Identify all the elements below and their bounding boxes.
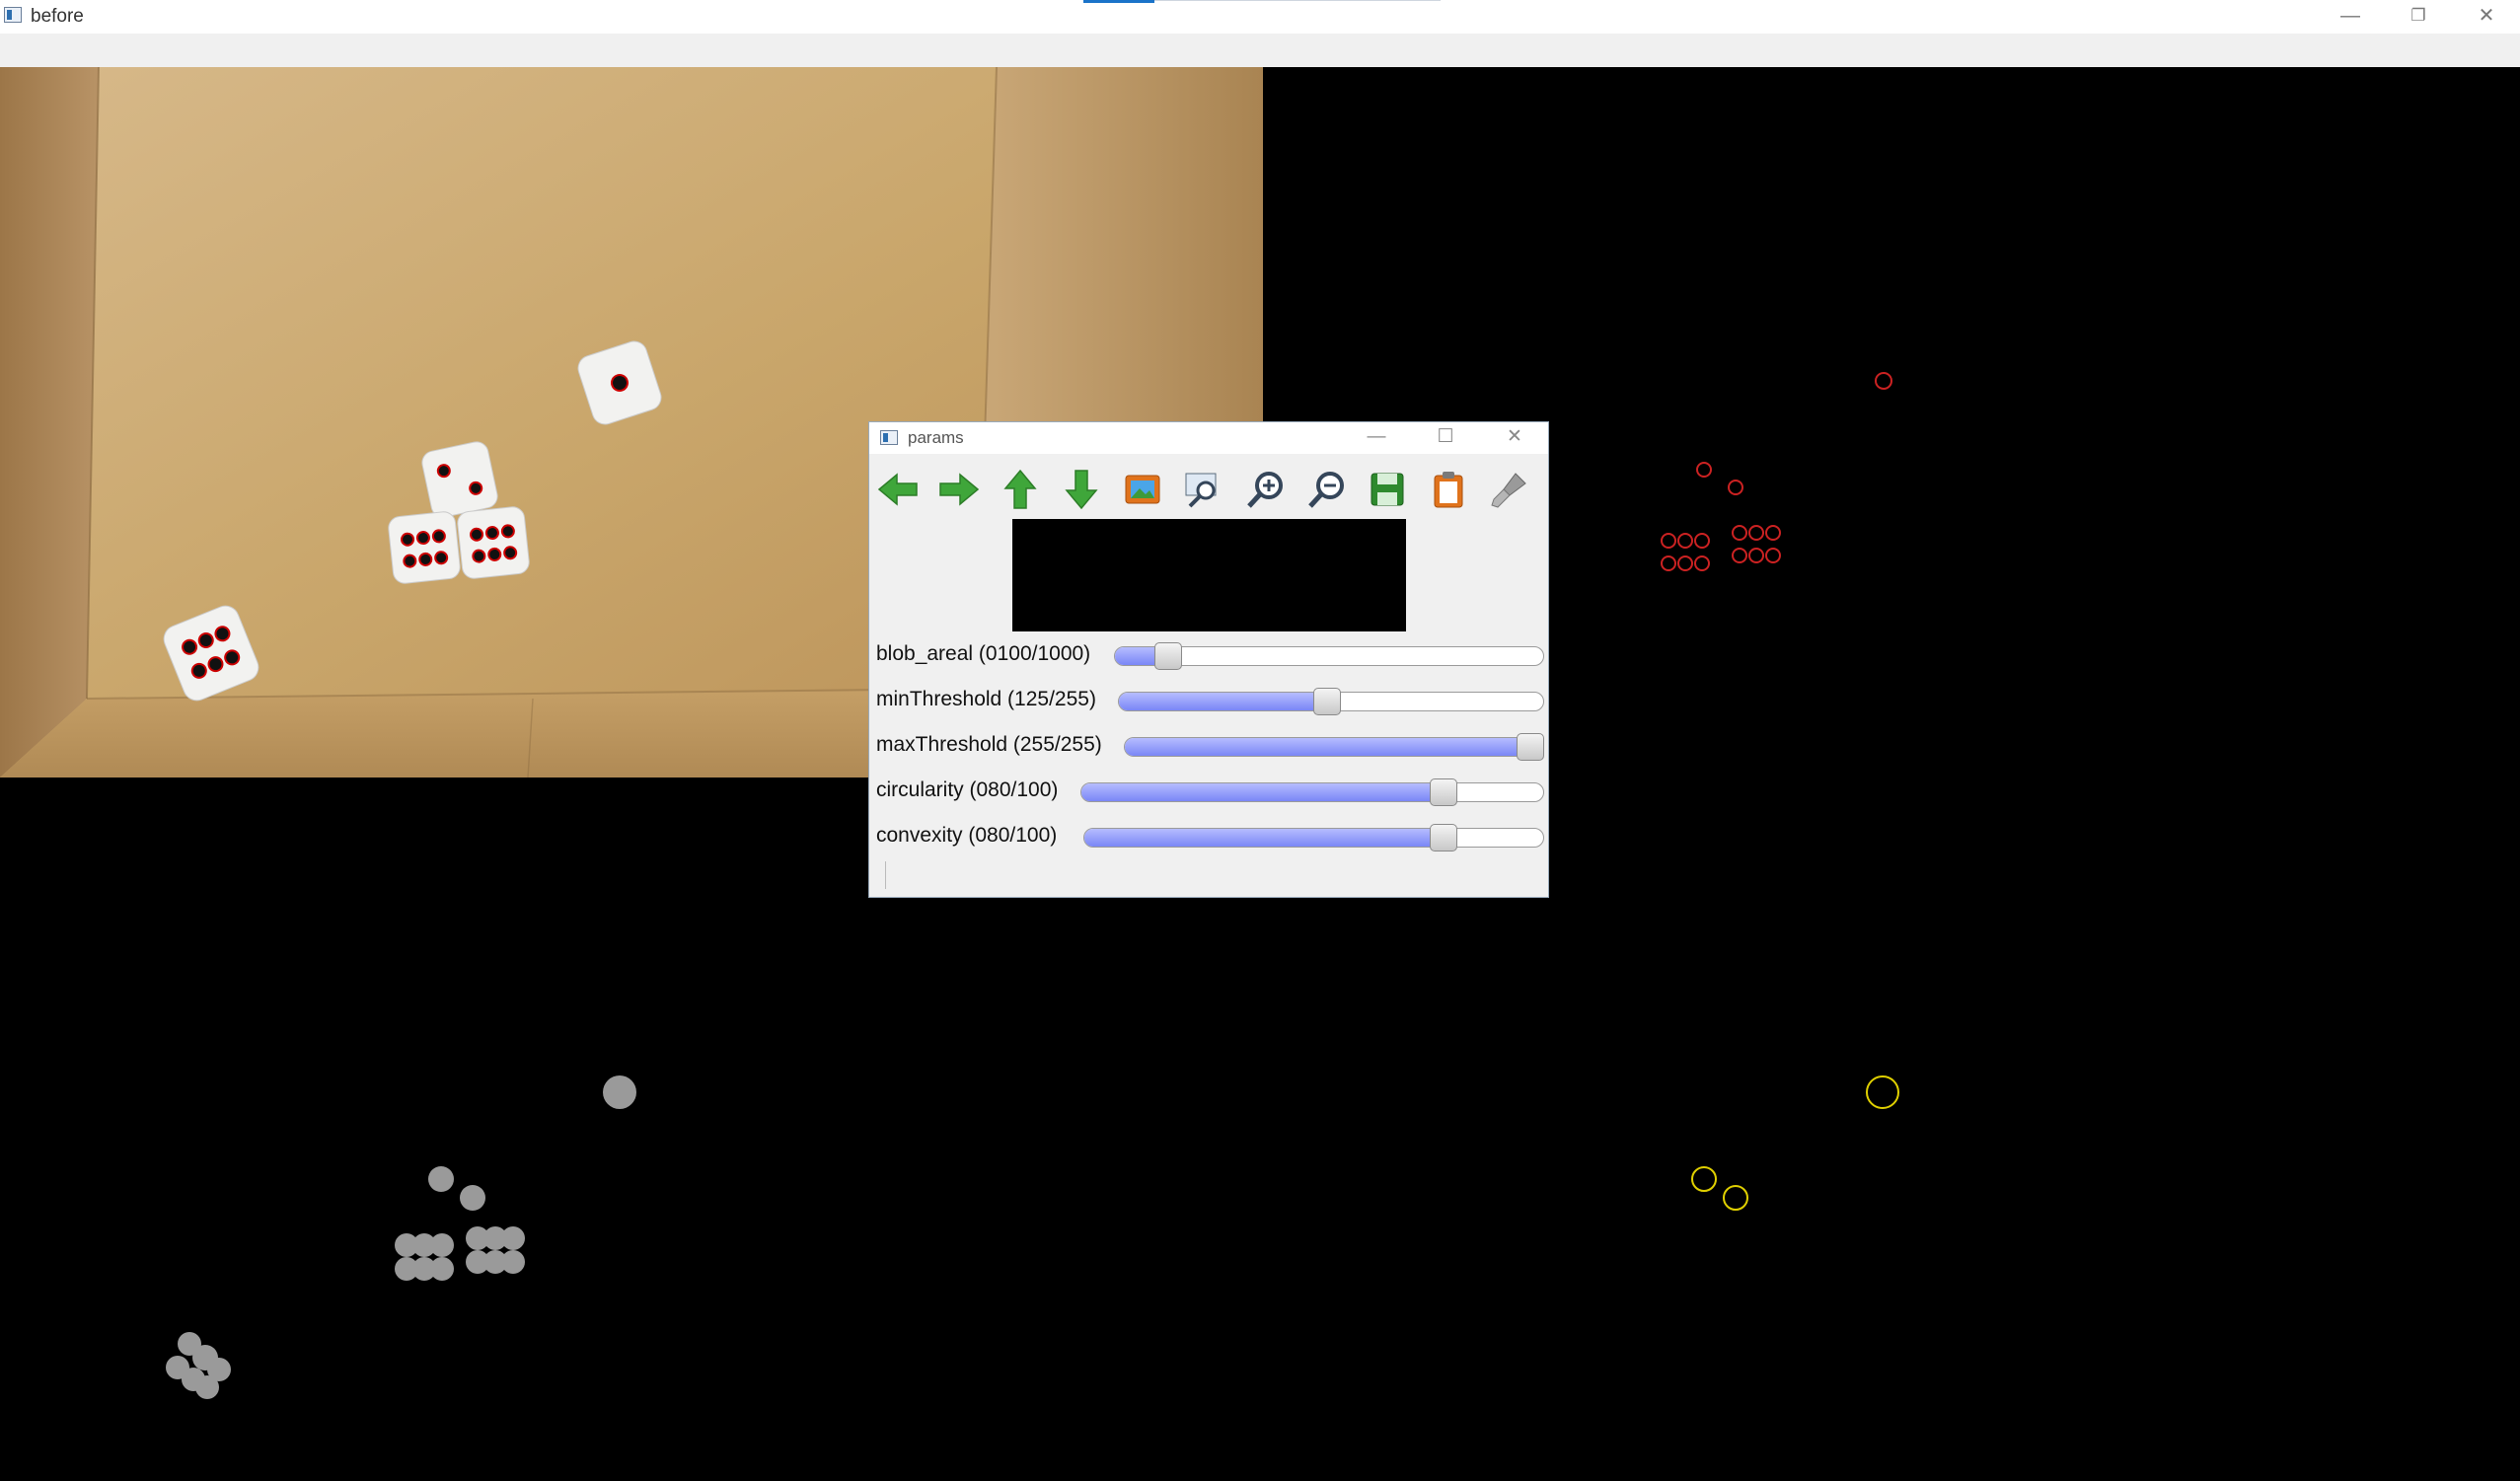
params-maximize-button[interactable]: ☐ [1412,422,1479,454]
pan-up-icon[interactable] [997,466,1044,513]
yellow-keypoint-circles [1691,1075,1899,1211]
trackbar-fill [1119,693,1329,710]
trackbar-circularity: circularity (080/100) [869,772,1548,811]
params-close-button[interactable]: ✕ [1481,422,1548,454]
save-image-icon[interactable] [1119,466,1166,513]
trackbar-thumb[interactable] [1517,733,1544,761]
params-titlebar[interactable]: params — ☐ ✕ [869,422,1548,454]
trackbar-thumb[interactable] [1313,688,1342,715]
trackbar-fill [1081,783,1445,801]
trackbar-thumb[interactable] [1429,778,1457,806]
trackbar-track[interactable] [1124,737,1544,757]
trackbar-label: circularity (080/100) [876,778,1059,801]
trackbar-min-threshold: minThreshold (125/255) [869,681,1548,720]
trackbar-label: blob_areal (0100/1000) [876,642,1091,665]
red-keypoint-circles [1661,372,1892,571]
trackbar-label: minThreshold (125/255) [876,688,1096,710]
pan-right-icon[interactable] [935,466,983,513]
zoom-in-icon[interactable] [1241,466,1289,513]
trackbar-fill [1125,738,1531,756]
trackbar-max-threshold: maxThreshold (255/255) [869,726,1548,766]
trackbar-blob-areal: blob_areal (0100/1000) [869,635,1548,675]
trackbar-label: convexity (080/100) [876,824,1058,847]
zoom-fit-icon[interactable] [1180,466,1227,513]
status-bar-mark [885,861,886,889]
trackbar-label: maxThreshold (255/255) [876,733,1102,756]
properties-brush-icon[interactable] [1486,466,1533,513]
params-window-icon [880,430,898,445]
trackbar-fill [1084,829,1445,847]
params-title: params [908,428,964,447]
trackbar-thumb[interactable] [1153,642,1182,670]
pan-left-icon[interactable] [874,466,922,513]
trackbar-convexity: convexity (080/100) [869,817,1548,856]
pan-down-icon[interactable] [1058,466,1105,513]
gray-blob-mask [166,1075,636,1399]
save-icon[interactable] [1364,466,1411,513]
params-minimize-button[interactable]: — [1343,422,1410,454]
copy-to-clipboard-icon[interactable] [1425,466,1472,513]
zoom-out-icon[interactable] [1302,466,1350,513]
params-preview-area [1012,519,1406,631]
params-dialog: params — ☐ ✕ blob_areal (0100/1000) minT… [868,421,1549,898]
trackbar-track[interactable] [1083,828,1544,848]
trackbar-thumb[interactable] [1430,824,1458,852]
trackbar-track[interactable] [1080,782,1544,802]
